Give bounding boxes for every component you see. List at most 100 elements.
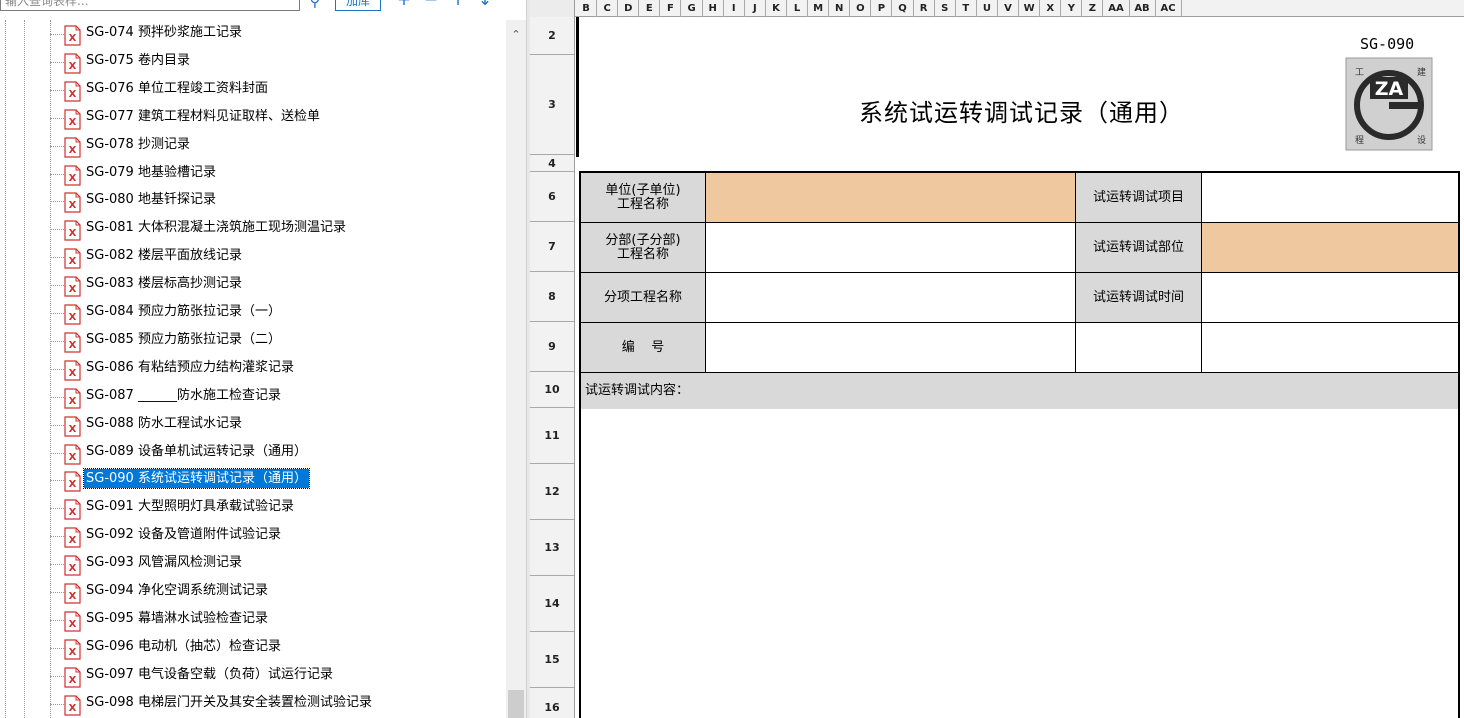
- number-cell[interactable]: [706, 323, 1076, 373]
- tree-item[interactable]: X SG-086 有粘结预应力结构灌浆记录: [50, 355, 506, 382]
- column-header[interactable]: AC: [1156, 0, 1182, 17]
- svg-text:X: X: [69, 284, 77, 295]
- tree-item[interactable]: X SG-091 大型照明灯具承载试验记录: [50, 494, 506, 521]
- number-extra-cell[interactable]: [1076, 323, 1202, 373]
- row-header[interactable]: 2: [530, 17, 574, 55]
- column-header[interactable]: T: [956, 0, 977, 17]
- row-header[interactable]: 4: [530, 155, 574, 172]
- column-header[interactable]: AA: [1104, 0, 1130, 17]
- row-header[interactable]: 14: [530, 576, 574, 632]
- plus-icon[interactable]: +: [394, 0, 414, 11]
- form-grid: 单位(子单位) 工程名称 试运转调试项目 分部(子分部) 工程名称 试运转调试部…: [579, 171, 1460, 718]
- row-header[interactable]: 11: [530, 408, 574, 464]
- column-header[interactable]: E: [639, 0, 661, 17]
- tree-item[interactable]: X SG-078 抄测记录: [50, 132, 506, 159]
- arrow-down-icon[interactable]: ↓: [475, 0, 495, 11]
- scrollbar-thumb[interactable]: [508, 690, 524, 718]
- tree-item[interactable]: X SG-097 电气设备空载（负荷）试运行记录: [50, 662, 506, 689]
- column-header[interactable]: J: [745, 0, 766, 17]
- load-button[interactable]: 加库: [335, 0, 381, 11]
- tree-item-label: SG-083 楼层标高抄测记录: [86, 276, 242, 292]
- column-header[interactable]: R: [914, 0, 935, 17]
- row-header[interactable]: 15: [530, 632, 574, 688]
- division-project-name-cell[interactable]: [706, 223, 1076, 273]
- column-header[interactable]: U: [977, 0, 998, 17]
- scroll-up-icon[interactable]: ⌃: [506, 28, 526, 44]
- tree-item[interactable]: X SG-077 建筑工程材料见证取样、送检单: [50, 104, 506, 131]
- tree-item[interactable]: X SG-098 电梯层门开关及其安全装置检测试验记录: [50, 690, 506, 717]
- svg-text:X: X: [69, 619, 77, 630]
- tree-connector: [50, 536, 64, 538]
- tree-item[interactable]: X SG-090 系统试运转调试记录（通用）: [50, 466, 506, 493]
- tree-item[interactable]: X SG-079 地基验槽记录: [50, 160, 506, 187]
- tree-item[interactable]: X SG-085 预应力筋张拉记录（二）: [50, 327, 506, 354]
- unit-project-name-cell[interactable]: [706, 173, 1076, 223]
- tree-item[interactable]: X SG-089 设备单机试运转记录（通用）: [50, 439, 506, 466]
- column-header[interactable]: D: [618, 0, 640, 17]
- column-header[interactable]: N: [829, 0, 851, 17]
- tree-item[interactable]: X SG-076 单位工程竣工资料封面: [50, 76, 506, 103]
- tree-scrollbar[interactable]: ⌃: [506, 20, 526, 718]
- column-header[interactable]: S: [935, 0, 956, 17]
- column-header[interactable]: P: [871, 0, 893, 17]
- column-header[interactable]: Z: [1082, 0, 1104, 17]
- column-header[interactable]: K: [766, 0, 787, 17]
- column-header[interactable]: X: [1040, 0, 1062, 17]
- search-input[interactable]: 输入查询表样...: [0, 0, 300, 11]
- search-icon[interactable]: ⚲: [304, 0, 326, 10]
- row-header[interactable]: 7: [530, 222, 574, 272]
- column-header[interactable]: Y: [1061, 0, 1083, 17]
- row-header[interactable]: 12: [530, 464, 574, 520]
- column-header[interactable]: V: [998, 0, 1020, 17]
- tree-item[interactable]: X SG-087 ______防水施工检查记录: [50, 383, 506, 410]
- excel-file-icon: X: [64, 694, 81, 716]
- tree-connector: [50, 173, 64, 175]
- item-project-name-cell[interactable]: [706, 273, 1076, 323]
- test-location-cell[interactable]: [1202, 223, 1458, 273]
- arrow-up-icon[interactable]: ↑: [448, 0, 468, 11]
- column-header[interactable]: G: [682, 0, 703, 17]
- row-header[interactable]: 9: [530, 322, 574, 372]
- tree-item[interactable]: X SG-094 净化空调系统测试记录: [50, 578, 506, 605]
- column-header[interactable]: L: [787, 0, 809, 17]
- column-header[interactable]: I: [724, 0, 745, 17]
- tree-item[interactable]: X SG-088 防水工程试水记录: [50, 411, 506, 438]
- minus-icon[interactable]: −: [421, 0, 441, 11]
- column-header[interactable]: O: [850, 0, 872, 17]
- column-header[interactable]: Q: [893, 0, 914, 17]
- tree-item[interactable]: X SG-074 预拌砂浆施工记录: [50, 20, 506, 47]
- test-time-cell[interactable]: [1202, 273, 1458, 323]
- column-header[interactable]: AB: [1130, 0, 1156, 17]
- row-header[interactable]: 6: [530, 172, 574, 222]
- tree-item[interactable]: X SG-081 大体积混凝土浇筑施工现场测温记录: [50, 215, 506, 242]
- column-header[interactable]: W: [1019, 0, 1041, 17]
- row-header[interactable]: 13: [530, 520, 574, 576]
- number-extra-cell-2[interactable]: [1202, 323, 1458, 373]
- tree-item[interactable]: X SG-083 楼层标高抄测记录: [50, 271, 506, 298]
- column-header[interactable]: H: [703, 0, 724, 17]
- row-header[interactable]: 8: [530, 272, 574, 322]
- row-header[interactable]: 10: [530, 372, 574, 408]
- row-header[interactable]: 16: [530, 688, 574, 718]
- test-item-cell[interactable]: [1202, 173, 1458, 223]
- tree-item[interactable]: X SG-080 地基钎探记录: [50, 187, 506, 214]
- tree-item[interactable]: X SG-075 卷内目录: [50, 48, 506, 75]
- tree-item[interactable]: X SG-092 设备及管道附件试验记录: [50, 522, 506, 549]
- tree-connector: [50, 647, 64, 649]
- tree-item[interactable]: X SG-093 风管漏风检测记录: [50, 550, 506, 577]
- tree-item[interactable]: X SG-084 预应力筋张拉记录（一）: [50, 299, 506, 326]
- column-header[interactable]: B: [576, 0, 598, 17]
- excel-file-icon: X: [64, 276, 81, 297]
- spreadsheet-view: B C D E F G H I J K L M N O P Q R S T U V W X Y Z AA AB AC 23467891…: [530, 0, 1464, 718]
- tree-item[interactable]: X SG-082 楼层平面放线记录: [50, 243, 506, 270]
- column-header[interactable]: C: [597, 0, 619, 17]
- select-all-corner[interactable]: [530, 0, 575, 17]
- column-header[interactable]: M: [808, 0, 830, 17]
- tree-toolbar: 输入查询表样... ⚲ 加库 + − ↑ ↓: [0, 0, 526, 13]
- tree-item[interactable]: X SG-095 幕墙淋水试验检查记录: [50, 606, 506, 633]
- test-content-area[interactable]: [581, 409, 1458, 718]
- tree-item[interactable]: X SG-096 电动机（抽芯）检查记录: [50, 634, 506, 661]
- svg-text:X: X: [69, 703, 77, 714]
- column-header[interactable]: F: [660, 0, 682, 17]
- row-header[interactable]: 3: [530, 55, 574, 155]
